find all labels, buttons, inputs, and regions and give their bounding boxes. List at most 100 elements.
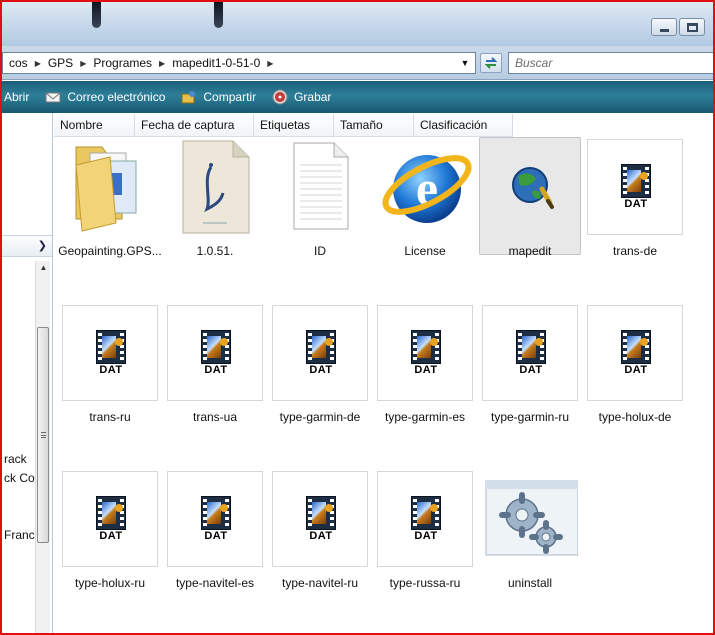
file-name: trans-ua	[192, 410, 238, 424]
file-name: type-russa-ru	[389, 576, 461, 590]
file-name: uninstall	[507, 576, 553, 590]
dat-file-icon: DAT	[167, 471, 263, 567]
breadcrumb-item[interactable]: cos	[5, 56, 32, 70]
file-item[interactable]: DAT trans-ru	[58, 305, 162, 424]
file-item[interactable]: DAT type-garmin-ru	[478, 305, 582, 424]
dat-file-icon: DAT	[167, 305, 263, 401]
breadcrumb-item[interactable]: GPS	[44, 56, 77, 70]
file-item[interactable]: DAT type-russa-ru	[373, 471, 477, 590]
internet-explorer-icon: e	[382, 155, 472, 223]
file-item[interactable]: ID	[268, 139, 372, 258]
scrollbar-thumb[interactable]	[37, 327, 49, 543]
file-view: Nombre Fecha de captura Etiquetas Tamaño…	[54, 113, 713, 633]
settings-gears-icon	[485, 480, 579, 556]
background-streak	[214, 2, 223, 28]
breadcrumb-item[interactable]: Programes	[89, 56, 156, 70]
grip-icon	[41, 432, 46, 438]
dat-file-icon: DAT	[377, 305, 473, 401]
file-name: trans-de	[612, 244, 658, 258]
maximize-button[interactable]	[679, 18, 705, 36]
navigation-pane: ❯ ▲ rack ck Co Franc	[2, 113, 53, 633]
breadcrumb-separator-icon[interactable]: ▶	[77, 59, 89, 68]
email-label: Correo electrónico	[67, 90, 166, 104]
nav-tree-item[interactable]: ck Co	[4, 471, 35, 485]
column-header-size[interactable]: Tamaño	[334, 114, 414, 136]
file-item[interactable]: DAT trans-ua	[163, 305, 267, 424]
file-item-selected[interactable]: mapedit	[478, 137, 582, 258]
column-headers: Nombre Fecha de captura Etiquetas Tamaño…	[54, 114, 513, 137]
navigation-pane-header[interactable]: ❯	[2, 235, 52, 257]
share-icon	[181, 91, 196, 104]
breadcrumb-separator-icon[interactable]: ▶	[32, 59, 44, 68]
file-item[interactable]: uninstall	[478, 471, 582, 590]
file-name: License	[404, 244, 446, 258]
file-item[interactable]: DAT trans-de	[583, 139, 687, 258]
breadcrumb-separator-icon[interactable]: ▶	[264, 59, 276, 68]
refresh-icon	[484, 57, 498, 69]
minimize-button[interactable]	[651, 18, 677, 36]
nav-tree-item[interactable]: rack	[4, 452, 27, 466]
file-name: ID	[314, 244, 326, 258]
file-item[interactable]: DAT type-navitel-ru	[268, 471, 372, 590]
folder-icon	[75, 146, 137, 232]
blank-document-icon	[293, 142, 349, 230]
file-name: type-navitel-es	[175, 576, 255, 590]
dat-file-icon: DAT	[62, 305, 158, 401]
column-header-tags[interactable]: Etiquetas	[254, 114, 334, 136]
dat-file-icon: DAT	[272, 471, 368, 567]
maximize-icon	[686, 22, 698, 32]
navigation-scrollbar[interactable]: ▲	[35, 261, 50, 633]
file-item[interactable]: 1.0.51.	[163, 139, 267, 258]
share-label: Compartir	[203, 90, 257, 104]
email-icon	[45, 92, 61, 103]
background-streak	[92, 2, 101, 28]
file-name: type-navitel-ru	[281, 576, 359, 590]
search-input[interactable]: Buscar	[508, 52, 713, 74]
share-button[interactable]: Compartir	[173, 81, 264, 113]
scroll-up-icon[interactable]: ▲	[36, 261, 51, 275]
address-bar[interactable]: cos ▶ GPS ▶ Programes ▶ mapedit1-0-51-0 …	[2, 52, 476, 74]
burn-button[interactable]: Grabar	[264, 81, 339, 113]
open-label: Abrir	[4, 90, 30, 104]
address-dropdown-icon[interactable]: ▼	[457, 55, 473, 71]
text-document-icon	[182, 140, 250, 234]
minimize-icon	[659, 28, 669, 32]
title-bar	[2, 2, 713, 46]
burn-label: Grabar	[294, 90, 332, 104]
explorer-window: cos ▶ GPS ▶ Programes ▶ mapedit1-0-51-0 …	[0, 0, 715, 635]
file-name: 1.0.51.	[196, 244, 234, 258]
chevron-down-icon[interactable]: ❯	[38, 239, 47, 252]
file-name: mapedit	[508, 244, 552, 258]
dat-file-icon: DAT	[482, 305, 578, 401]
file-name: type-garmin-ru	[490, 410, 570, 424]
file-name: type-holux-de	[598, 410, 672, 424]
email-button[interactable]: Correo electrónico	[37, 81, 173, 113]
file-item[interactable]: e License	[373, 139, 477, 258]
file-item[interactable]: Geopainting.GPS...	[58, 139, 162, 258]
file-name: type-garmin-de	[279, 410, 361, 424]
file-item[interactable]: DAT type-navitel-es	[163, 471, 267, 590]
window-controls	[651, 18, 705, 36]
file-name: type-holux-ru	[74, 576, 146, 590]
dat-file-icon: DAT	[62, 471, 158, 567]
dat-file-icon: DAT	[587, 139, 683, 235]
file-item[interactable]: DAT type-garmin-es	[373, 305, 477, 424]
dat-file-icon: DAT	[377, 471, 473, 567]
column-header-date[interactable]: Fecha de captura	[135, 114, 254, 136]
open-button[interactable]: Abrir	[2, 81, 37, 113]
dat-file-icon: DAT	[587, 305, 683, 401]
refresh-button[interactable]	[480, 53, 502, 73]
breadcrumb-separator-icon[interactable]: ▶	[156, 59, 168, 68]
file-name: trans-ru	[89, 410, 131, 424]
file-item[interactable]: DAT type-holux-de	[583, 305, 687, 424]
file-item[interactable]: DAT type-holux-ru	[58, 471, 162, 590]
breadcrumb-item[interactable]: mapedit1-0-51-0	[168, 56, 264, 70]
column-header-name[interactable]: Nombre	[54, 114, 135, 136]
nav-tree-item[interactable]: Franc	[4, 528, 35, 542]
file-name: type-garmin-es	[384, 410, 466, 424]
command-bar: Abrir Correo electrónico Compartir Graba…	[2, 81, 713, 113]
column-header-rating[interactable]: Clasificación	[414, 114, 513, 136]
burn-icon	[272, 89, 288, 105]
file-item[interactable]: DAT type-garmin-de	[268, 305, 372, 424]
address-row: cos ▶ GPS ▶ Programes ▶ mapedit1-0-51-0 …	[2, 46, 713, 80]
